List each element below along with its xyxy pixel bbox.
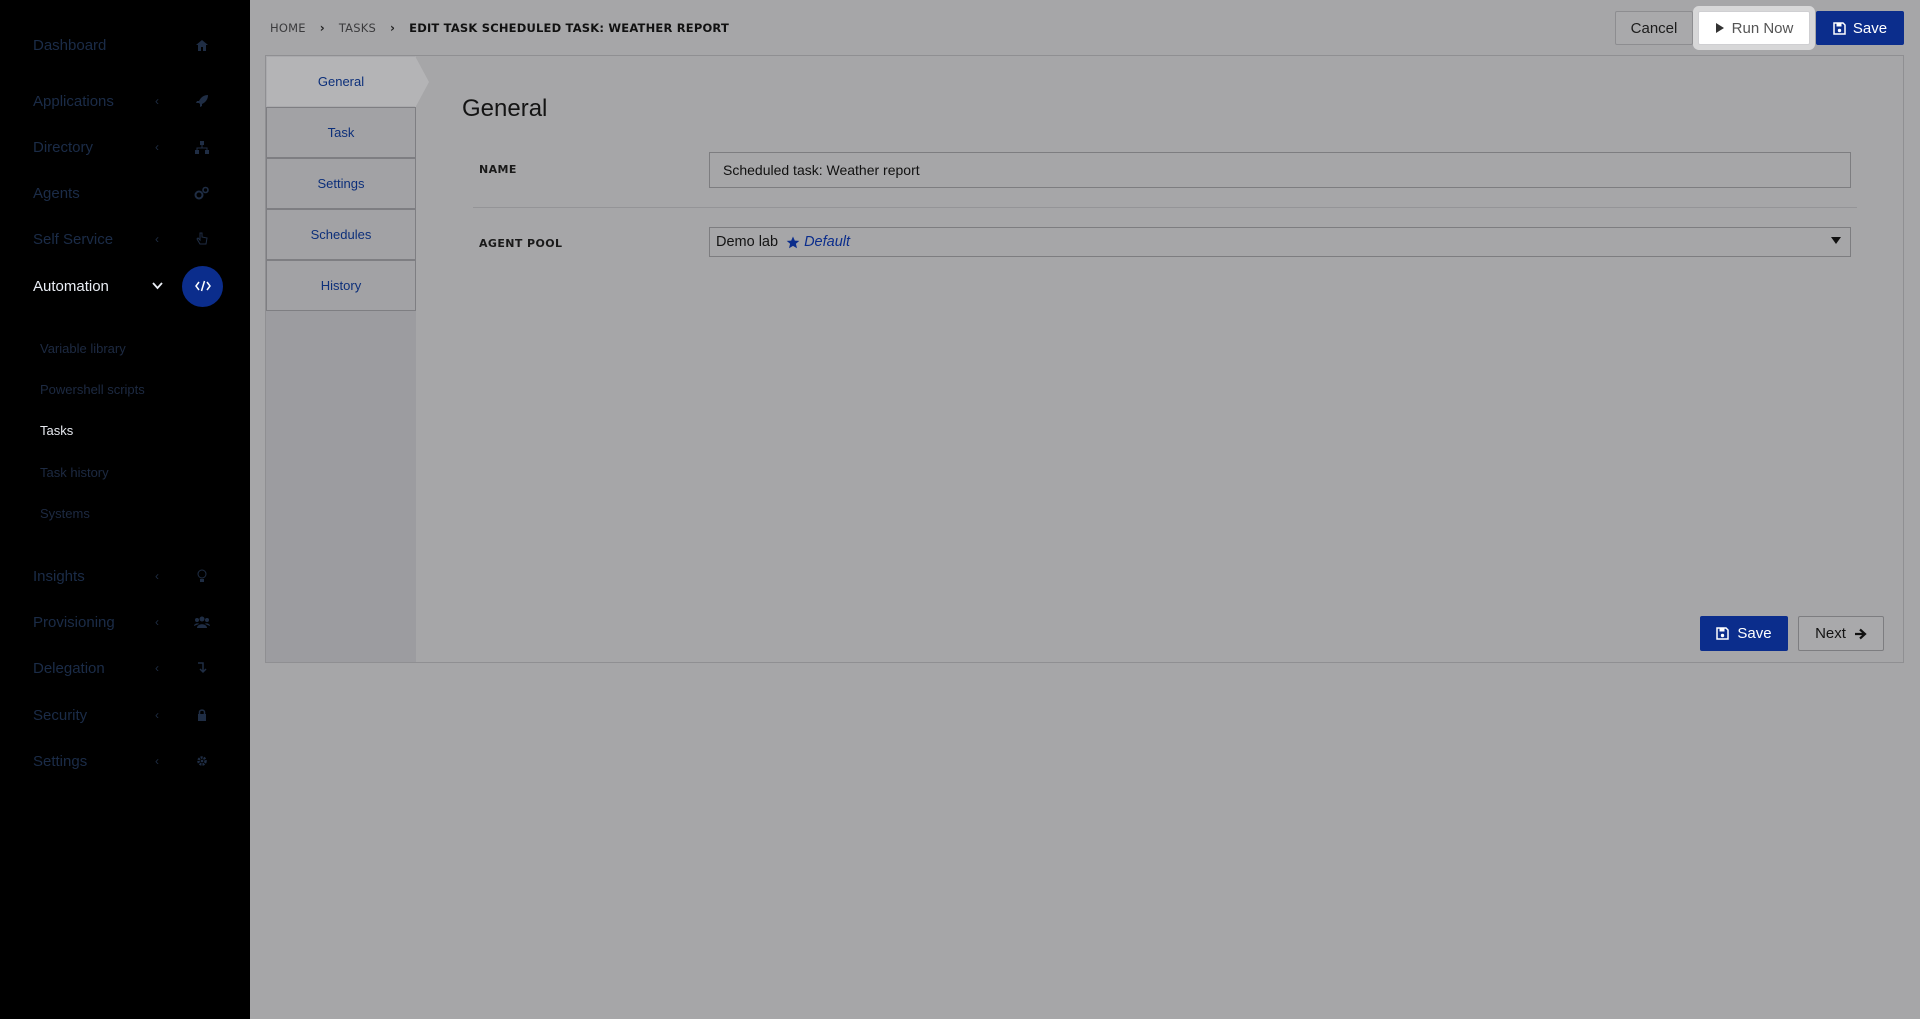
tab-label: Task xyxy=(327,125,355,140)
chevron-left-icon: ‹ xyxy=(155,569,159,583)
arrow-right-icon xyxy=(1854,628,1867,639)
next-button-label: Next xyxy=(1815,625,1846,642)
sidebar-item-label: Directory xyxy=(33,138,94,156)
sidebar-item-self-service[interactable]: Self Service ‹ xyxy=(0,216,250,262)
tab-general[interactable]: General xyxy=(266,56,416,107)
sidebar-item-label: Agents xyxy=(33,184,80,202)
chevron-left-icon: ‹ xyxy=(155,140,159,154)
chevron-left-icon: ‹ xyxy=(155,615,159,629)
default-badge: Default xyxy=(786,234,850,250)
sidebar-item-label: Security xyxy=(33,706,88,724)
sidebar-subitem-variable-library[interactable]: Variable library xyxy=(40,341,126,356)
save-button-label: Save xyxy=(1852,19,1888,37)
caret-down-icon xyxy=(1831,237,1841,244)
chevron-left-icon: ‹ xyxy=(155,94,159,108)
sidebar-item-label: Dashboard xyxy=(33,36,107,54)
tab-schedules[interactable]: Schedules xyxy=(266,209,416,260)
tab-label: Schedules xyxy=(310,227,372,242)
tab-history[interactable]: History xyxy=(266,260,416,311)
tab-list: General Task Settings Schedules History xyxy=(266,56,429,662)
sidebar-item-label: Insights xyxy=(33,567,85,585)
divider xyxy=(473,207,1857,208)
sitemap-icon xyxy=(193,138,211,156)
agent-pool-label: AGENT POOL xyxy=(479,237,563,250)
sidebar-item-label: Provisioning xyxy=(33,613,115,631)
sidebar-item-label: Settings xyxy=(33,752,88,770)
sidebar-item-dashboard[interactable]: Dashboard xyxy=(0,22,250,68)
breadcrumb-home[interactable]: HOME xyxy=(270,21,306,35)
agent-pool-select[interactable]: Demo lab Default xyxy=(709,227,1851,257)
sidebar-subitem-systems[interactable]: Systems xyxy=(40,506,90,521)
run-now-button-label: Run Now xyxy=(1731,19,1794,37)
sidebar-item-applications[interactable]: Applications ‹ xyxy=(0,78,250,124)
sidebar-item-settings[interactable]: Settings ‹ xyxy=(0,738,250,784)
code-icon xyxy=(182,265,223,307)
cancel-button-label: Cancel xyxy=(1630,19,1678,37)
cogs-icon xyxy=(193,184,211,202)
chevron-left-icon: ‹ xyxy=(155,708,159,722)
default-badge-label: Default xyxy=(804,234,851,250)
save-button-bottom[interactable]: Save xyxy=(1700,616,1788,651)
sidebar-item-label: Delegation xyxy=(33,659,105,677)
tab-settings[interactable]: Settings xyxy=(266,158,416,209)
breadcrumb-tasks[interactable]: TASKS xyxy=(339,21,376,35)
sidebar-item-automation[interactable]: Automation xyxy=(0,263,250,309)
task-edit-panel: General Task Settings Schedules History … xyxy=(265,55,1904,663)
chevron-left-icon: ‹ xyxy=(155,754,159,768)
sidebar-subitem-task-history[interactable]: Task history xyxy=(40,465,109,480)
name-input[interactable] xyxy=(709,152,1851,188)
users-icon xyxy=(193,613,211,631)
chevron-left-icon: ‹ xyxy=(155,661,159,675)
sidebar-subitem-powershell-scripts[interactable]: Powershell scripts xyxy=(40,382,145,397)
hand-pointer-icon xyxy=(193,230,211,248)
sidebar-item-security[interactable]: Security ‹ xyxy=(0,692,250,738)
section-title: General xyxy=(462,95,548,122)
lightbulb-icon xyxy=(193,567,211,585)
level-down-icon xyxy=(193,659,211,677)
chevron-right-icon: › xyxy=(319,21,325,35)
tab-label: History xyxy=(320,278,362,293)
star-icon xyxy=(786,236,800,248)
agent-pool-value: Demo lab xyxy=(716,234,779,250)
next-button[interactable]: Next xyxy=(1798,616,1884,651)
sidebar-item-directory[interactable]: Directory ‹ xyxy=(0,124,250,170)
chevron-right-icon: › xyxy=(389,21,396,35)
save-button-label: Save xyxy=(1737,625,1772,642)
sidebar-item-agents[interactable]: Agents xyxy=(0,170,250,216)
rocket-icon xyxy=(193,92,211,110)
sidebar-item-label: Automation xyxy=(33,277,109,295)
tab-task[interactable]: Task xyxy=(266,107,416,158)
sidebar-item-delegation[interactable]: Delegation ‹ xyxy=(0,645,250,691)
sidebar-item-provisioning[interactable]: Provisioning ‹ xyxy=(0,599,250,645)
save-icon xyxy=(1833,21,1846,35)
play-icon xyxy=(1715,23,1724,33)
home-icon xyxy=(193,36,211,54)
save-button[interactable]: Save xyxy=(1816,11,1904,45)
breadcrumb-current: EDIT TASK SCHEDULED TASK: WEATHER REPORT xyxy=(409,21,730,35)
sidebar-subitem-tasks[interactable]: Tasks xyxy=(40,423,73,438)
chevron-left-icon: ‹ xyxy=(155,232,159,246)
chevron-down-icon xyxy=(151,279,163,293)
save-icon xyxy=(1716,627,1730,640)
sidebar-item-insights[interactable]: Insights ‹ xyxy=(0,553,250,599)
sidebar-item-label: Self Service xyxy=(33,230,114,248)
sidebar-item-label: Applications xyxy=(33,92,114,110)
tab-label: Settings xyxy=(317,176,365,191)
cancel-button[interactable]: Cancel xyxy=(1615,11,1693,45)
lock-icon xyxy=(193,706,211,724)
sidebar: Dashboard Applications ‹ Directory ‹ Age… xyxy=(0,0,250,1019)
breadcrumb: HOME › TASKS › EDIT TASK SCHEDULED TASK:… xyxy=(270,21,729,35)
active-tab-arrow xyxy=(415,56,429,108)
name-label: NAME xyxy=(479,163,517,176)
tab-label: General xyxy=(317,74,365,89)
run-now-button[interactable]: Run Now xyxy=(1698,11,1810,45)
gear-icon xyxy=(193,752,211,770)
